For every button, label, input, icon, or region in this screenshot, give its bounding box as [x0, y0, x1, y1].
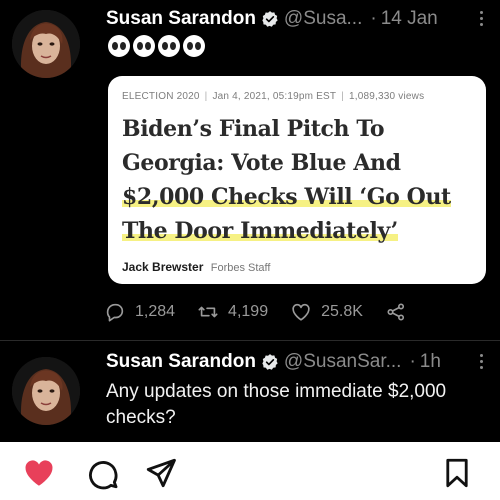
avatar-image: [12, 10, 80, 78]
tweet-2[interactable]: Susan Sarandon @SusanSar... · 1h Any upd…: [0, 340, 500, 442]
eyes-emoji-icon: [158, 35, 180, 57]
avatar[interactable]: [12, 357, 80, 425]
tweet-1[interactable]: Susan Sarandon @Susa... · 14 Jan ELECTIO…: [0, 0, 500, 340]
author-role: Forbes Staff: [210, 262, 271, 274]
more-options-icon[interactable]: [474, 349, 488, 373]
share-button[interactable]: [385, 301, 407, 323]
user-handle[interactable]: @SusanSar...: [284, 351, 402, 373]
headline-highlighted-text: $2,000 Checks Will ‘Go Out The Door Imme…: [122, 184, 451, 244]
article-author: Jack Brewster Forbes Staff: [122, 260, 270, 274]
timestamp[interactable]: 1h: [420, 351, 441, 373]
tweet-text: Any updates on those immediate $2,000 ch…: [106, 381, 447, 428]
heart-filled-icon[interactable]: [22, 456, 56, 490]
separator-dot: ·: [370, 8, 377, 29]
display-name[interactable]: Susan Sarandon: [106, 351, 256, 373]
verified-badge-icon: [261, 353, 279, 371]
retweet-count: 4,199: [228, 303, 269, 320]
heart-outline-icon: [292, 303, 310, 321]
separator-dot: ·: [409, 351, 416, 372]
avatar-image: [12, 357, 80, 425]
reply-button[interactable]: 1,284: [104, 301, 175, 323]
reply-count: 1,284: [135, 303, 176, 320]
article-date: Jan 4, 2021, 05:19pm EST: [212, 91, 337, 102]
headline-text: Biden’s Final Pitch To Georgia: Vote Blu…: [122, 116, 401, 176]
timestamp[interactable]: 14 Jan: [381, 8, 438, 30]
reply-icon: [106, 303, 124, 322]
tweet-header: Susan Sarandon @SusanSar... · 1h: [106, 349, 490, 375]
link-card[interactable]: ELECTION 2020 | Jan 4, 2021, 05:19pm EST | 1…: [108, 76, 486, 284]
eyes-emoji-icon: [108, 35, 130, 57]
tweet-header: Susan Sarandon @Susa... · 14 Jan: [106, 6, 490, 32]
bookmark-icon[interactable]: [440, 456, 474, 490]
article-category: ELECTION 2020: [122, 91, 200, 102]
like-count: 25.8K: [321, 303, 363, 320]
tweet-actions: 1,284 4,199 25.8K: [104, 300, 429, 324]
retweet-button[interactable]: 4,199: [197, 301, 268, 323]
author-name: Jack Brewster: [122, 260, 204, 274]
user-handle[interactable]: @Susa...: [284, 8, 362, 30]
avatar[interactable]: [12, 10, 80, 78]
like-button[interactable]: 25.8K: [290, 301, 363, 323]
send-icon[interactable]: [144, 456, 178, 490]
post-action-bar: [0, 442, 500, 500]
retweet-icon: [198, 306, 218, 318]
comment-icon[interactable]: [86, 456, 120, 490]
article-headline[interactable]: Biden’s Final Pitch To Georgia: Vote Blu…: [122, 112, 482, 248]
share-icon: [387, 303, 404, 321]
eyes-emoji-icon: [183, 35, 205, 57]
eyes-emoji-row: [108, 35, 205, 57]
verified-badge-icon: [261, 10, 279, 28]
article-meta: ELECTION 2020 | Jan 4, 2021, 05:19pm EST | 1…: [122, 91, 425, 102]
more-options-icon[interactable]: [474, 6, 488, 30]
article-views: 1,089,330 views: [349, 91, 425, 102]
display-name[interactable]: Susan Sarandon: [106, 8, 256, 30]
eyes-emoji-icon: [133, 35, 155, 57]
